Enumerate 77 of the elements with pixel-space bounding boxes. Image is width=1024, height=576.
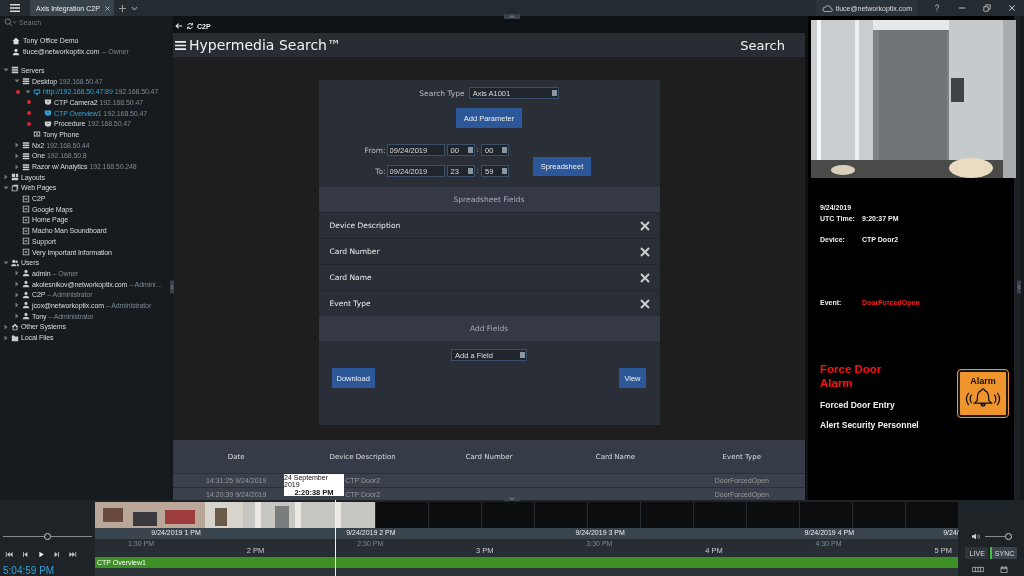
menu-icon[interactable] bbox=[10, 4, 20, 12]
caret-right-icon[interactable] bbox=[14, 270, 20, 277]
web-page-icon bbox=[22, 226, 30, 235]
back-icon[interactable] bbox=[175, 22, 183, 30]
server-icon bbox=[22, 77, 30, 86]
web-pages-icon bbox=[11, 183, 19, 192]
users-icon bbox=[11, 258, 19, 267]
help-icon[interactable] bbox=[933, 4, 941, 12]
folder-icon bbox=[11, 333, 19, 342]
speed-slider[interactable] bbox=[3, 533, 92, 539]
step-forward-icon[interactable] bbox=[53, 551, 61, 558]
alarm-sign: Alarm bbox=[958, 370, 1008, 417]
alarm-text: Alert Security Personnel bbox=[820, 420, 919, 430]
house-icon bbox=[12, 36, 20, 45]
thumbnails-icon[interactable] bbox=[972, 566, 984, 573]
current-time: 5:04:59 PM bbox=[3, 565, 55, 576]
caret-right-icon[interactable] bbox=[14, 152, 20, 159]
remove-icon[interactable] bbox=[639, 220, 650, 231]
slider-thumb[interactable] bbox=[43, 533, 51, 540]
play-icon[interactable] bbox=[37, 551, 45, 558]
caret-down-icon[interactable] bbox=[3, 259, 9, 266]
caret-right-icon[interactable] bbox=[14, 291, 20, 298]
restore-icon[interactable] bbox=[983, 4, 991, 12]
layouts-icon bbox=[11, 173, 19, 182]
webcam-icon bbox=[33, 87, 41, 96]
alarm-text: Forced Door Entry bbox=[820, 400, 896, 410]
web-page-icon bbox=[22, 237, 30, 246]
skip-forward-icon[interactable] bbox=[69, 551, 77, 558]
caret-right-icon[interactable] bbox=[14, 142, 20, 149]
remove-icon[interactable] bbox=[639, 246, 650, 257]
plus-icon[interactable] bbox=[118, 4, 126, 12]
refresh-icon[interactable] bbox=[186, 22, 194, 30]
speaker-icon[interactable] bbox=[971, 533, 980, 540]
search-link[interactable]: Search bbox=[740, 37, 785, 53]
server-icon bbox=[22, 162, 30, 171]
phone-icon bbox=[33, 130, 41, 139]
user-icon bbox=[22, 269, 30, 278]
step-back-icon[interactable] bbox=[21, 551, 29, 558]
alarm-heading: Force Door Alarm bbox=[820, 362, 883, 390]
cloud-icon bbox=[821, 4, 833, 12]
timeline-scrollbar[interactable] bbox=[95, 568, 958, 576]
caret-down-icon[interactable] bbox=[25, 88, 31, 95]
close-icon[interactable] bbox=[1008, 4, 1016, 12]
caret-right-icon[interactable] bbox=[3, 334, 9, 341]
web-page-icon bbox=[22, 194, 30, 203]
collapse-handle[interactable] bbox=[170, 280, 174, 294]
user-icon bbox=[22, 312, 30, 321]
chevron-down-icon[interactable] bbox=[130, 4, 138, 12]
caret-right-icon[interactable] bbox=[3, 174, 9, 181]
volume-slider[interactable] bbox=[984, 533, 1011, 540]
remove-icon[interactable] bbox=[639, 272, 650, 283]
collapse-handle[interactable] bbox=[504, 14, 520, 19]
user-icon bbox=[22, 301, 30, 310]
page-title: Hypermedia Search™ bbox=[189, 37, 341, 53]
caret-right-icon[interactable] bbox=[3, 323, 9, 330]
collapse-handle[interactable] bbox=[1017, 280, 1021, 294]
calendar-icon[interactable] bbox=[998, 566, 1010, 573]
close-icon[interactable] bbox=[104, 5, 110, 11]
house-icon bbox=[11, 322, 19, 331]
servers-icon bbox=[11, 66, 19, 75]
caret-down-icon[interactable] bbox=[3, 67, 9, 74]
camera-icon bbox=[44, 98, 52, 107]
caret-right-icon[interactable] bbox=[14, 281, 20, 288]
web-page-icon bbox=[22, 248, 30, 257]
skip-back-icon[interactable] bbox=[5, 551, 13, 558]
user-icon bbox=[12, 47, 20, 56]
slider-thumb[interactable] bbox=[1005, 533, 1013, 540]
caret-right-icon[interactable] bbox=[14, 163, 20, 170]
search-icon bbox=[4, 17, 17, 27]
bell-icon bbox=[964, 388, 1002, 407]
remove-icon[interactable] bbox=[639, 298, 650, 309]
caret-down-icon[interactable] bbox=[3, 184, 9, 191]
caret-right-icon[interactable] bbox=[14, 313, 20, 320]
caret-right-icon[interactable] bbox=[14, 302, 20, 309]
minimize-icon[interactable] bbox=[958, 4, 966, 12]
caret-down-icon[interactable] bbox=[14, 78, 20, 85]
menu-icon[interactable] bbox=[175, 40, 186, 50]
